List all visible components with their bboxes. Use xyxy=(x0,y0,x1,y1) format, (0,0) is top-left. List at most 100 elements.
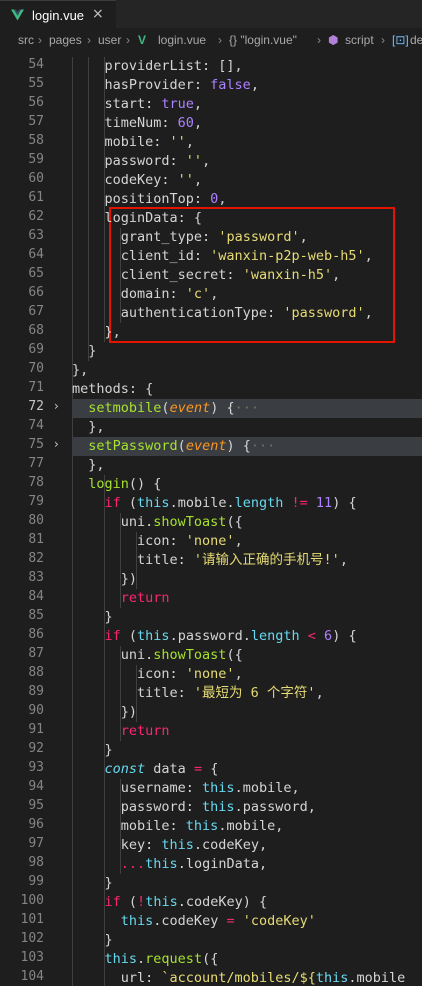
line-number: 87 xyxy=(28,646,44,661)
line-number: 69 xyxy=(28,342,44,357)
code-line[interactable]: 103 this.request({ xyxy=(0,950,422,969)
line-number: 56 xyxy=(28,95,44,110)
line-number: 93 xyxy=(28,760,44,775)
code-line[interactable]: 71 methods: { xyxy=(0,380,422,399)
code-line[interactable]: 64 client_id: 'wanxin-p2p-web-h5', xyxy=(0,247,422,266)
breadcrumb-file[interactable]: login.vue xyxy=(158,33,206,47)
code-line[interactable]: 88 icon: 'none', xyxy=(0,665,422,684)
code-line[interactable]: 72 › setmobile(event) {··· xyxy=(0,399,422,418)
code-line[interactable]: 93 const data = { xyxy=(0,760,422,779)
code-line[interactable]: 70}, xyxy=(0,361,422,380)
code-line[interactable]: 102 } xyxy=(0,931,422,950)
code-line[interactable]: 60 codeKey: '', xyxy=(0,171,422,190)
breadcrumb-symbol[interactable]: de xyxy=(410,33,422,47)
breadcrumb-module[interactable]: {} "login.vue" xyxy=(229,33,297,47)
line-number: 74 xyxy=(28,418,44,433)
code-line[interactable]: 83 }) xyxy=(0,570,422,589)
code-line[interactable]: 67 authenticationType: 'password', xyxy=(0,304,422,323)
breadcrumb-script[interactable]: script xyxy=(345,33,374,47)
breadcrumb-user[interactable]: user xyxy=(98,33,121,47)
code-text: }) xyxy=(72,571,138,587)
line-number: 55 xyxy=(28,76,44,91)
code-line[interactable]: 85 } xyxy=(0,608,422,627)
line-number: 59 xyxy=(28,152,44,167)
line-number: 102 xyxy=(20,931,44,946)
code-line[interactable]: 63 grant_type: 'password', xyxy=(0,228,422,247)
code-text: username: this.mobile, xyxy=(72,780,300,796)
code-line[interactable]: 100 if (!this.codeKey) { xyxy=(0,893,422,912)
code-line[interactable]: 101 this.codeKey = 'codeKey' xyxy=(0,912,422,931)
breadcrumb-src[interactable]: src xyxy=(18,33,34,47)
chevron-right-icon: › xyxy=(218,33,222,47)
code-line[interactable]: 56 start: true, xyxy=(0,95,422,114)
code-text: const data = { xyxy=(104,761,219,777)
code-text: mobile: this.mobile, xyxy=(72,818,284,834)
code-line[interactable]: 77 }, xyxy=(0,456,422,475)
code-text: } xyxy=(72,875,113,891)
code-line[interactable]: 86 if (this.password.length < 6) { xyxy=(0,627,422,646)
code-line[interactable]: 94 username: this.mobile, xyxy=(0,779,422,798)
code-line[interactable]: 104 url: `account/mobiles/${this.mobile xyxy=(0,969,422,986)
line-number: 68 xyxy=(28,323,44,338)
code-line[interactable]: 82 title: '请输入正确的手机号!', xyxy=(0,551,422,570)
code-line[interactable]: 66 domain: 'c', xyxy=(0,285,422,304)
tab-login-vue[interactable]: login.vue × xyxy=(0,0,116,29)
code-line[interactable]: 91 return xyxy=(0,722,422,741)
code-line[interactable]: 99 } xyxy=(0,874,422,893)
line-number: 92 xyxy=(28,741,44,756)
code-text: client_secret: 'wanxin-h5', xyxy=(72,267,341,283)
close-icon[interactable]: × xyxy=(92,6,104,22)
code-line[interactable]: 57 timeNum: 60, xyxy=(0,114,422,133)
code-line[interactable]: 95 password: this.password, xyxy=(0,798,422,817)
code-line[interactable]: 68 }, xyxy=(0,323,422,342)
code-line[interactable]: 74 }, xyxy=(0,418,422,437)
line-number: 67 xyxy=(28,304,44,319)
code-text: domain: 'c', xyxy=(72,286,219,302)
code-line[interactable]: 79 if (this.mobile.length != 11) { xyxy=(0,494,422,513)
line-number: 77 xyxy=(28,456,44,471)
code-line[interactable]: 58 mobile: '', xyxy=(0,133,422,152)
line-number: 71 xyxy=(28,380,44,395)
line-number: 79 xyxy=(28,494,44,509)
code-line[interactable]: 87 uni.showToast({ xyxy=(0,646,422,665)
code-text: authenticationType: 'password', xyxy=(72,305,373,321)
line-number: 65 xyxy=(28,266,44,281)
line-number: 101 xyxy=(20,912,44,927)
code-line[interactable]: 62 loginData: { xyxy=(0,209,422,228)
code-line[interactable]: 69 } xyxy=(0,342,422,361)
code-text: this.codeKey = 'codeKey' xyxy=(120,913,316,929)
code-text: codeKey: '', xyxy=(72,172,203,188)
code-text: methods: { xyxy=(72,381,154,397)
code-line[interactable]: 89 title: '最短为 6 个字符', xyxy=(0,684,422,703)
code-text: if (this.mobile.length != 11) { xyxy=(104,495,357,511)
code-line[interactable]: 80 uni.showToast({ xyxy=(0,513,422,532)
code-line[interactable]: 59 password: '', xyxy=(0,152,422,171)
code-editor[interactable]: 54 providerList: [], 55 hasProvider: fals… xyxy=(0,57,422,986)
chevron-right-icon[interactable]: › xyxy=(54,437,59,451)
line-number: 60 xyxy=(28,171,44,186)
chevron-right-icon[interactable]: › xyxy=(54,399,59,413)
code-text: this.request({ xyxy=(104,951,219,967)
code-line[interactable]: 92 } xyxy=(0,741,422,760)
line-number: 98 xyxy=(28,855,44,870)
code-line[interactable]: 97 key: this.codeKey, xyxy=(0,836,422,855)
line-number: 63 xyxy=(28,228,44,243)
code-line[interactable]: 98 ...this.loginData, xyxy=(0,855,422,874)
code-line[interactable]: 55 hasProvider: false, xyxy=(0,76,422,95)
code-line[interactable]: 96 mobile: this.mobile, xyxy=(0,817,422,836)
code-line[interactable]: 90 }) xyxy=(0,703,422,722)
code-line[interactable]: 84 return xyxy=(0,589,422,608)
code-line[interactable]: 75 › setPassword(event) {··· xyxy=(0,437,422,456)
code-line[interactable]: 81 icon: 'none', xyxy=(0,532,422,551)
code-line[interactable]: 78 login() { xyxy=(0,475,422,494)
chevron-right-icon: › xyxy=(38,33,42,47)
code-line[interactable]: 54 providerList: [], xyxy=(0,57,422,76)
breadcrumb-pages[interactable]: pages xyxy=(49,33,82,47)
code-line[interactable]: 65 client_secret: 'wanxin-h5', xyxy=(0,266,422,285)
tab-bar: login.vue × xyxy=(0,0,422,29)
code-text: mobile: '', xyxy=(72,134,194,150)
vue-file-icon: V xyxy=(138,33,147,47)
code-text: setPassword(event) {··· xyxy=(88,438,276,454)
code-text: password: this.password, xyxy=(72,799,316,815)
code-line[interactable]: 61 positionTop: 0, xyxy=(0,190,422,209)
